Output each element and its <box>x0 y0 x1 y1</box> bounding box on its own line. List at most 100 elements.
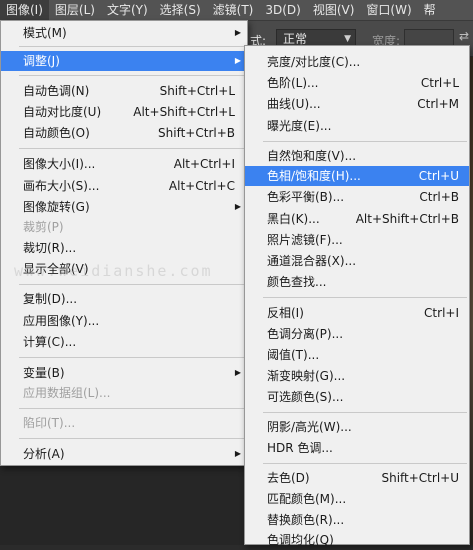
menu-item-shortcut: Alt+Ctrl+C <box>168 179 235 193</box>
menu-item-trap[interactable]: 陷印(T)... <box>1 413 247 433</box>
menu-item-label: 计算(C)... <box>23 335 77 349</box>
menu-item-label: 应用数据组(L)... <box>23 386 111 400</box>
menu-item-label: 色彩平衡(B)... <box>267 190 345 204</box>
menu-item-selective-color[interactable]: 可选颜色(S)... <box>245 387 469 407</box>
menu-separator <box>19 408 245 409</box>
menu-item-exposure[interactable]: 曝光度(E)... <box>245 116 469 136</box>
menu-item-hue-saturation[interactable]: 色相/饱和度(H)... Ctrl+U <box>245 166 469 186</box>
menu-item-label: 亮度/对比度(C)... <box>267 55 361 69</box>
menu-item-label: 匹配颜色(M)... <box>267 492 347 506</box>
menu-item-auto-contrast[interactable]: 自动对比度(U) Alt+Shift+Ctrl+L <box>1 102 247 122</box>
swap-icon[interactable]: ⇄ <box>459 29 469 43</box>
menu-item-label: 颜色查找... <box>267 275 327 289</box>
image-menu: 模式(M) ▶ 调整(J) ▶ 自动色调(N) Shift+Ctrl+L 自动对… <box>0 20 248 466</box>
menu-item-label: 色调分离(P)... <box>267 327 344 341</box>
menu-separator <box>263 463 467 464</box>
menubar-item-view[interactable]: 视图(V) <box>307 0 361 20</box>
menu-item-label: 照片滤镜(F)... <box>267 233 343 247</box>
submenu-arrow-icon: ▶ <box>234 202 241 211</box>
menu-separator <box>263 412 467 413</box>
menu-item-channel-mixer[interactable]: 通道混合器(X)... <box>245 251 469 271</box>
menu-item-apply-image[interactable]: 应用图像(Y)... <box>1 311 247 331</box>
mode-select-value: 正常 <box>283 32 308 46</box>
menubar-item-help[interactable]: 帮 <box>418 0 442 20</box>
menu-item-label: 反相(I) <box>267 306 304 320</box>
menu-item-image-rotation[interactable]: 图像旋转(G) ▶ <box>1 197 247 217</box>
menu-item-brightness-contrast[interactable]: 亮度/对比度(C)... <box>245 52 469 72</box>
menu-item-shortcut: Ctrl+I <box>424 306 459 320</box>
menubar-item-window[interactable]: 窗口(W) <box>360 0 417 20</box>
menu-item-label: 曲线(U)... <box>267 97 321 111</box>
menu-item-canvas-size[interactable]: 画布大小(S)... Alt+Ctrl+C <box>1 176 247 196</box>
menu-item-label: 画布大小(S)... <box>23 179 100 193</box>
menu-item-gradient-map[interactable]: 渐变映射(G)... <box>245 366 469 386</box>
menubar-item-3d[interactable]: 3D(D) <box>259 0 306 20</box>
menu-item-vibrance[interactable]: 自然饱和度(V)... <box>245 146 469 166</box>
menu-item-threshold[interactable]: 阈值(T)... <box>245 345 469 365</box>
menu-item-color-lookup[interactable]: 颜色查找... <box>245 272 469 292</box>
menu-item-shadows-highlights[interactable]: 阴影/高光(W)... <box>245 417 469 437</box>
adjustments-submenu: 亮度/对比度(C)... 色阶(L)... Ctrl+L 曲线(U)... Ct… <box>244 45 470 547</box>
menu-item-levels[interactable]: 色阶(L)... Ctrl+L <box>245 73 469 93</box>
menu-item-duplicate[interactable]: 复制(D)... <box>1 289 247 309</box>
menu-item-invert[interactable]: 反相(I) Ctrl+I <box>245 303 469 323</box>
menu-item-label: 调整(J) <box>23 54 60 68</box>
menubar-item-filter[interactable]: 滤镜(T) <box>207 0 260 20</box>
menu-item-auto-tone[interactable]: 自动色调(N) Shift+Ctrl+L <box>1 81 247 101</box>
menu-separator <box>19 357 245 358</box>
menu-item-equalize[interactable]: 色调均化(Q) <box>245 530 469 550</box>
menu-item-shortcut: Ctrl+U <box>418 169 459 183</box>
menu-item-color-balance[interactable]: 色彩平衡(B)... Ctrl+B <box>245 187 469 207</box>
menu-item-trim[interactable]: 裁切(R)... <box>1 238 247 258</box>
menu-item-label: 通道混合器(X)... <box>267 254 357 268</box>
submenu-arrow-icon: ▶ <box>234 449 241 458</box>
menubar-item-image[interactable]: 图像(I) <box>0 0 49 20</box>
menu-item-mode[interactable]: 模式(M) ▶ <box>1 23 247 43</box>
menu-item-label: 可选颜色(S)... <box>267 390 344 404</box>
menu-item-shortcut: Alt+Shift+Ctrl+B <box>355 212 459 226</box>
menu-item-shortcut: Shift+Ctrl+B <box>158 126 235 140</box>
menu-item-image-size[interactable]: 图像大小(I)... Alt+Ctrl+I <box>1 154 247 174</box>
menubar-item-layer[interactable]: 图层(L) <box>49 0 101 20</box>
menu-item-shortcut: Alt+Shift+Ctrl+L <box>133 105 235 119</box>
menu-item-desaturate[interactable]: 去色(D) Shift+Ctrl+U <box>245 468 469 488</box>
menu-item-shortcut: Ctrl+M <box>417 97 459 111</box>
menu-item-label: 图像大小(I)... <box>23 157 96 171</box>
submenu-arrow-icon: ▶ <box>234 368 241 377</box>
menu-separator <box>263 297 467 298</box>
menu-item-replace-color[interactable]: 替换颜色(R)... <box>245 510 469 530</box>
menu-item-label: 自动色调(N) <box>23 84 90 98</box>
menu-item-shortcut: Shift+Ctrl+U <box>381 471 459 485</box>
menu-item-shortcut: Alt+Ctrl+I <box>173 157 235 171</box>
submenu-arrow-icon: ▶ <box>234 56 241 65</box>
menu-item-match-color[interactable]: 匹配颜色(M)... <box>245 489 469 509</box>
menu-item-apply-data-set[interactable]: 应用数据组(L)... <box>1 383 247 403</box>
menu-item-label: 裁切(R)... <box>23 241 77 255</box>
menu-item-label: 图像旋转(G) <box>23 200 90 214</box>
menu-item-label: 去色(D) <box>267 471 310 485</box>
menu-item-black-white[interactable]: 黑白(K)... Alt+Shift+Ctrl+B <box>245 209 469 229</box>
menubar-item-type[interactable]: 文字(Y) <box>101 0 154 20</box>
menu-item-photo-filter[interactable]: 照片滤镜(F)... <box>245 230 469 250</box>
menu-item-label: 曝光度(E)... <box>267 119 332 133</box>
menu-item-shortcut: Shift+Ctrl+L <box>159 84 235 98</box>
menu-item-label: 阈值(T)... <box>267 348 320 362</box>
menu-item-label: HDR 色调... <box>267 441 333 455</box>
menu-item-label: 黑白(K)... <box>267 212 320 226</box>
menu-item-crop[interactable]: 裁剪(P) <box>1 217 247 237</box>
menu-bar: 图像(I) 图层(L) 文字(Y) 选择(S) 滤镜(T) 3D(D) 视图(V… <box>0 0 473 21</box>
menu-item-variables[interactable]: 变量(B) ▶ <box>1 363 247 383</box>
menu-item-label: 分析(A) <box>23 447 65 461</box>
menu-item-label: 自然饱和度(V)... <box>267 149 357 163</box>
menu-item-posterize[interactable]: 色调分离(P)... <box>245 324 469 344</box>
menubar-item-select[interactable]: 选择(S) <box>154 0 207 20</box>
menu-item-calculations[interactable]: 计算(C)... <box>1 332 247 352</box>
menu-item-label: 变量(B) <box>23 366 65 380</box>
menu-item-label: 复制(D)... <box>23 292 78 306</box>
menu-item-hdr-toning[interactable]: HDR 色调... <box>245 438 469 458</box>
menu-item-curves[interactable]: 曲线(U)... Ctrl+M <box>245 94 469 114</box>
menu-item-adjustments[interactable]: 调整(J) ▶ <box>1 51 247 71</box>
menu-item-label: 自动对比度(U) <box>23 105 102 119</box>
menu-item-analysis[interactable]: 分析(A) ▶ <box>1 444 247 464</box>
menu-item-auto-color[interactable]: 自动颜色(O) Shift+Ctrl+B <box>1 123 247 143</box>
